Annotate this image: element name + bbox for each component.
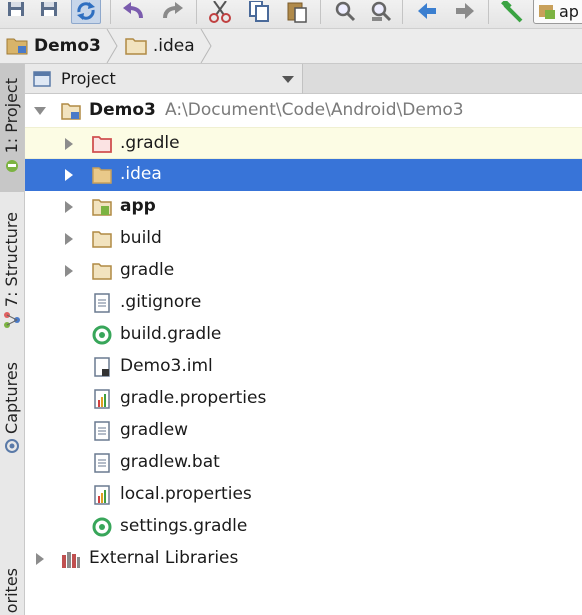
gradle-file-icon bbox=[92, 517, 112, 537]
chevron-down-icon[interactable] bbox=[34, 105, 46, 117]
save-icon[interactable] bbox=[34, 0, 64, 24]
breadcrumb-separator-icon bbox=[106, 29, 118, 63]
tool-tab-label: orites bbox=[2, 568, 21, 614]
tool-tab-label: 1: Project bbox=[2, 78, 21, 154]
redo-icon[interactable] bbox=[158, 0, 188, 24]
tree-item-label: gradlew bbox=[120, 420, 189, 440]
main-toolbar: ap bbox=[0, 0, 582, 29]
tree-item-gradlew[interactable]: gradlew bbox=[25, 415, 582, 447]
folder-icon bbox=[125, 38, 147, 55]
tree-item-gradle-dir[interactable]: .gradle bbox=[25, 127, 582, 159]
library-icon bbox=[62, 552, 80, 568]
find-icon[interactable] bbox=[330, 0, 360, 24]
text-file-icon bbox=[94, 453, 110, 473]
chevron-right-icon[interactable] bbox=[63, 233, 75, 245]
sync-icon[interactable] bbox=[71, 0, 101, 24]
tree-item-gradle[interactable]: gradle bbox=[25, 255, 582, 287]
tree-item-label: External Libraries bbox=[89, 548, 239, 568]
chevron-right-icon[interactable] bbox=[63, 201, 75, 213]
tree-item-label: .gitignore bbox=[120, 292, 202, 312]
tool-tab-structure[interactable]: 7: Structure bbox=[0, 204, 24, 334]
breadcrumb-item-idea[interactable]: .idea bbox=[119, 29, 199, 63]
chevron-right-icon[interactable] bbox=[63, 265, 75, 277]
gradle-file-icon bbox=[92, 325, 112, 345]
tree-item-label: app bbox=[120, 196, 156, 216]
make-project-icon[interactable] bbox=[498, 0, 528, 24]
cut-icon[interactable] bbox=[205, 0, 235, 24]
tree-item-label: settings.gradle bbox=[120, 516, 248, 536]
tool-tab-favorites[interactable]: orites bbox=[0, 564, 24, 615]
panel-title: Project bbox=[61, 69, 116, 88]
folder-icon bbox=[92, 263, 112, 280]
panel-header-empty bbox=[302, 64, 582, 94]
undo-icon[interactable] bbox=[118, 0, 148, 24]
tree-item-local-properties[interactable]: local.properties bbox=[25, 479, 582, 511]
tree-item-label: build.gradle bbox=[120, 324, 222, 344]
properties-file-icon bbox=[94, 389, 110, 409]
tree-item-gradle-properties[interactable]: gradle.properties bbox=[25, 383, 582, 415]
tree-item-demo3-iml[interactable]: Demo3.iml bbox=[25, 351, 582, 383]
tool-tab-label: Captures bbox=[2, 362, 21, 434]
android-icon bbox=[6, 160, 18, 173]
tree-item-build[interactable]: build bbox=[25, 223, 582, 255]
text-file-icon bbox=[94, 421, 110, 441]
project-tree: Demo3 A:\Document\Code\Android\Demo3 .gr… bbox=[25, 95, 582, 615]
navigation-breadcrumb: Demo3 .idea bbox=[0, 29, 582, 64]
back-icon[interactable] bbox=[412, 0, 442, 24]
properties-file-icon bbox=[94, 485, 110, 505]
android-module-icon bbox=[539, 5, 555, 19]
project-view-icon bbox=[33, 70, 51, 87]
copy-icon[interactable] bbox=[244, 0, 274, 24]
tree-item-idea[interactable]: .idea bbox=[25, 159, 582, 191]
tree-item-label: gradle.properties bbox=[120, 388, 267, 408]
tree-item-label: build bbox=[120, 228, 162, 248]
chevron-right-icon[interactable] bbox=[34, 553, 46, 565]
run-configuration-selector[interactable]: ap bbox=[533, 0, 582, 24]
project-folder-icon bbox=[6, 38, 28, 55]
excluded-folder-icon bbox=[92, 136, 112, 153]
tree-root-path: A:\Document\Code\Android\Demo3 bbox=[165, 100, 464, 120]
save-all-icon[interactable] bbox=[2, 0, 32, 24]
paste-icon[interactable] bbox=[282, 0, 312, 24]
left-tool-window-strip: 1: Project 7: Structure Captures orites bbox=[0, 64, 25, 615]
tree-item-label: .gradle bbox=[120, 133, 180, 153]
tree-item-gitignore[interactable]: .gitignore bbox=[25, 287, 582, 319]
folder-icon bbox=[92, 167, 112, 184]
tree-item-external-libraries[interactable]: External Libraries bbox=[25, 543, 582, 575]
chevron-right-icon[interactable] bbox=[63, 138, 75, 150]
tree-root-label: Demo3 bbox=[89, 100, 156, 120]
tree-item-label: .idea bbox=[120, 164, 162, 184]
tree-root-demo3[interactable]: Demo3 A:\Document\Code\Android\Demo3 bbox=[25, 95, 582, 127]
project-view-selector[interactable]: Project bbox=[25, 64, 302, 94]
breadcrumb-label: .idea bbox=[152, 36, 195, 56]
tree-item-label: gradlew.bat bbox=[120, 452, 220, 472]
chevron-right-icon[interactable] bbox=[63, 169, 75, 181]
iml-file-icon bbox=[94, 357, 110, 377]
tree-item-gradlew-bat[interactable]: gradlew.bat bbox=[25, 447, 582, 479]
tree-item-label: Demo3.iml bbox=[120, 356, 213, 376]
project-folder-icon bbox=[61, 103, 81, 120]
breadcrumb-label: Demo3 bbox=[34, 36, 101, 56]
tree-item-label: gradle bbox=[120, 260, 175, 280]
text-file-icon bbox=[94, 293, 110, 313]
android-module-icon bbox=[92, 199, 112, 216]
structure-icon bbox=[4, 312, 20, 329]
run-config-label: ap bbox=[559, 1, 579, 21]
tree-item-app[interactable]: app bbox=[25, 191, 582, 223]
forward-icon[interactable] bbox=[450, 0, 480, 24]
captures-icon bbox=[5, 438, 19, 453]
tool-tab-captures[interactable]: Captures bbox=[0, 354, 24, 464]
tree-item-build-gradle[interactable]: build.gradle bbox=[25, 319, 582, 351]
chevron-down-icon[interactable] bbox=[282, 76, 294, 84]
breadcrumb-item-demo3[interactable]: Demo3 bbox=[0, 29, 105, 63]
folder-icon bbox=[92, 231, 112, 248]
tool-tab-label: 7: Structure bbox=[2, 212, 21, 308]
tree-item-label: local.properties bbox=[120, 484, 252, 504]
tool-tab-project[interactable]: 1: Project bbox=[0, 64, 24, 192]
breadcrumb-separator-icon bbox=[200, 29, 212, 63]
tree-item-settings-gradle[interactable]: settings.gradle bbox=[25, 511, 582, 543]
replace-icon[interactable] bbox=[366, 0, 396, 24]
